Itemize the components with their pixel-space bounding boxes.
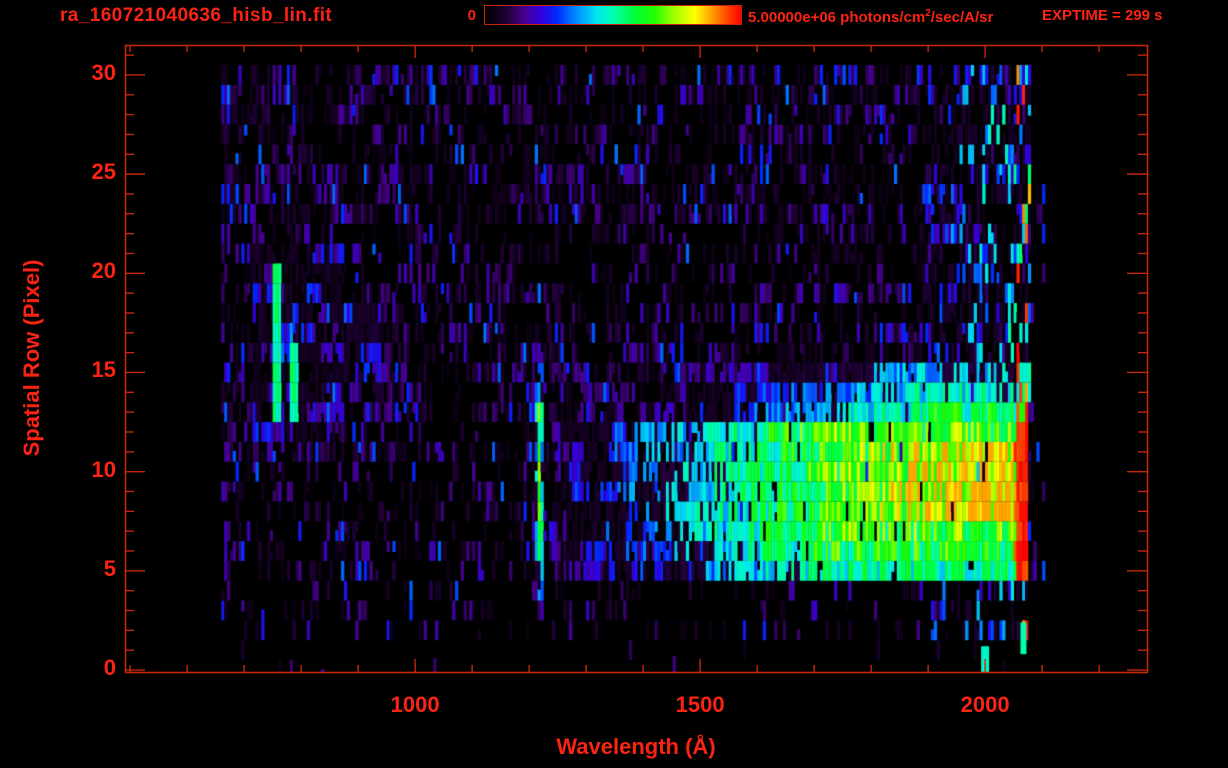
x-tick-label: 2000 <box>960 692 1010 717</box>
y-tick-label: 15 <box>91 357 116 383</box>
y-tick-label: 0 <box>103 655 116 681</box>
colorbar-max-suffix: /sec/A/sr <box>930 9 994 26</box>
spectrum-heatmap <box>126 46 1147 672</box>
colorbar-gradient <box>484 5 742 25</box>
colorbar-max-label: 5.00000e+06 photons/cm2/sec/A/sr <box>748 8 993 27</box>
colorbar-max-prefix: 5.00000e+06 photons/cm <box>748 9 926 26</box>
colorbar-min-label: 0 <box>467 7 476 24</box>
x-tick-label: 1500 <box>675 692 725 717</box>
y-tick-label: 10 <box>91 456 116 482</box>
y-tick-label: 30 <box>91 59 116 85</box>
x-axis-title: Wavelength (Å) <box>556 734 716 759</box>
x-tick-label: 1000 <box>390 692 440 717</box>
y-axis-title: Spatial Row (Pixel) <box>18 259 44 457</box>
y-tick-label: 20 <box>91 258 116 284</box>
y-tick-label: 5 <box>103 555 116 581</box>
file-title: ra_160721040636_hisb_lin.fit <box>60 5 333 26</box>
exptime-label: EXPTIME = 299 s <box>1042 7 1163 24</box>
y-tick-label: 25 <box>91 159 116 185</box>
spectral-image-viewer: ra_160721040636_hisb_lin.fit 0 5.00000e+… <box>0 0 1228 768</box>
